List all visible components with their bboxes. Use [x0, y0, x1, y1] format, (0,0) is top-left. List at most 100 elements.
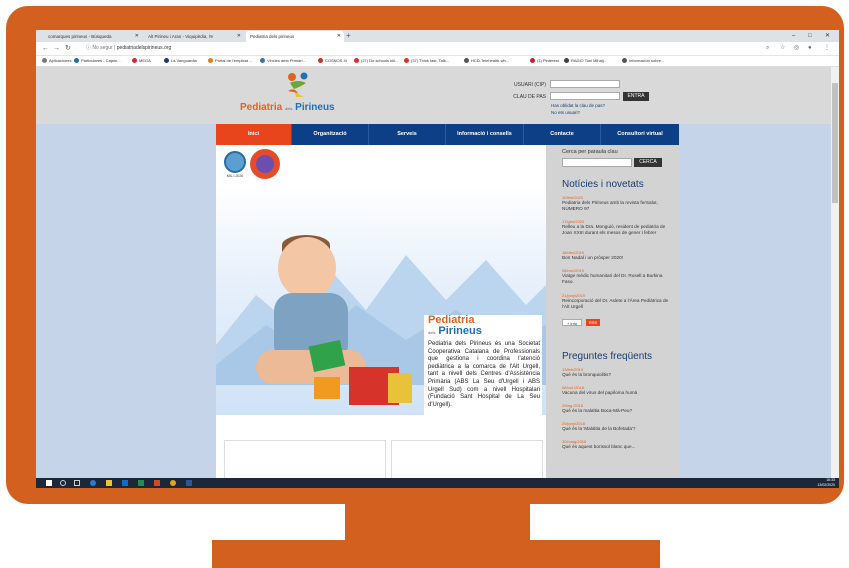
close-icon[interactable]: ✕ [135, 31, 139, 42]
nav-serveis[interactable]: Serveis [369, 124, 446, 145]
faq-title[interactable]: Què és la bronquiolitis? [562, 372, 672, 378]
close-window-icon[interactable]: ✕ [825, 30, 830, 42]
page-scrollbar[interactable] [831, 67, 839, 478]
nav-contacte[interactable]: Contacte [524, 124, 601, 145]
faq-title[interactable]: Què és la malaltia Boca-Mà-Peu? [562, 408, 672, 414]
powerpoint-icon[interactable] [154, 480, 160, 486]
main-content: MIL.I.2020 Pediatria dels Pirineus Pedia… [216, 145, 679, 478]
faq-title[interactable]: Què és aquest borissol blanc que... [562, 444, 672, 450]
rss-button[interactable]: RSS [586, 319, 600, 326]
bookmark-item[interactable]: COSNOS III [318, 56, 347, 66]
register-link[interactable]: No ets usuari? [551, 110, 580, 115]
news-title[interactable]: Viatge mèdic humanitari del Dr. Rosell a… [562, 273, 672, 285]
profile-icon[interactable]: ● [808, 42, 812, 55]
extension-icon[interactable]: ◎ [794, 42, 799, 55]
edge-icon[interactable] [90, 480, 96, 486]
bookmark-item[interactable]: HCD-Telehealth-wh... [464, 56, 509, 66]
star-icon[interactable]: ☆ [780, 42, 785, 55]
url-text: pediatriadelspirineus.org [116, 45, 172, 51]
bookmark-label: Particulares - Cajam... [81, 58, 121, 63]
bookmark-item[interactable]: MEGA [132, 56, 151, 66]
tab-viquipedia[interactable]: Alt Pirineu i Aran - Viquipèdia, l'e ✕ [144, 31, 244, 42]
monitor-stand-neck [345, 504, 530, 542]
url-field[interactable]: ⓘ No segur | pediatriadelspirineus.org [86, 43, 171, 53]
faq-item[interactable]: 13/feb/2019 Què és la bronquiolitis? [562, 367, 672, 378]
nav-informacio[interactable]: Informació i consells [446, 124, 524, 145]
chrome-icon[interactable] [170, 480, 176, 486]
bookmark-label: RADIO Toni Mihaij... [571, 58, 607, 63]
site-logo-text[interactable]: Pediatria dels Pirineus [240, 102, 335, 113]
user-input[interactable] [550, 80, 620, 88]
tab-search[interactable]: comarques pirineus - Búsqueda ✕ [44, 31, 142, 42]
word-icon[interactable] [186, 480, 192, 486]
badge-caption: MIL.I.2020 [226, 174, 244, 178]
bookmark-item[interactable]: La Vanguardia [164, 56, 197, 66]
new-tab-icon[interactable]: + [346, 30, 351, 42]
zoom-icon[interactable]: ⌕ [766, 42, 769, 55]
bookmark-icon [622, 58, 627, 64]
outlook-icon[interactable] [122, 480, 128, 486]
news-title[interactable]: Pediatria dels Pirineus amb la revista f… [562, 200, 672, 212]
bookmark-item[interactable]: Información sobre... [622, 56, 664, 66]
search-button[interactable]: CERCA [634, 158, 662, 167]
back-icon[interactable]: ← [42, 42, 49, 55]
faq-title[interactable]: Què és la 'Malaltia de la Bofetada'? [562, 426, 672, 432]
faq-item[interactable]: 08/oct./2018 Vacuna del virus del papilom… [562, 385, 672, 396]
news-item[interactable]: 21/juny/2019 Reincorporació del Dr. Aslet… [562, 293, 672, 310]
lower-panel-left [224, 440, 386, 478]
news-item[interactable]: 10/feb/2020 Pediatria dels Pirineus amb l… [562, 195, 672, 212]
bookmark-icon [318, 58, 323, 64]
news-title[interactable]: Relleu a la Dra. Monguió, resident de pe… [562, 224, 672, 236]
close-icon[interactable]: ✕ [237, 31, 241, 42]
nav-inici[interactable]: Inici [216, 124, 292, 145]
search-input[interactable] [562, 158, 632, 167]
password-label: CLAU DE PAS [513, 94, 546, 100]
bookmark-item[interactable]: (1) Pinterest [530, 56, 559, 66]
task-view-icon[interactable] [74, 480, 80, 486]
intro-title-pirineus-word: Pirineus [438, 325, 482, 337]
scroll-thumb[interactable] [832, 83, 838, 203]
bookmark-item[interactable]: (27) Do schools kill... [354, 56, 398, 66]
faq-title[interactable]: Vacuna del virus del papiloma humà [562, 390, 672, 396]
tab-pediatria[interactable]: Pediatria dels pirineus ✕ [246, 31, 344, 42]
nav-organitzacio[interactable]: Organització [292, 124, 369, 145]
news-item[interactable]: 18/des/2019 Bon Nadal i un pròsper 2020! [562, 250, 672, 261]
file-explorer-icon[interactable] [106, 480, 112, 486]
forward-icon[interactable]: → [53, 42, 60, 55]
monitor-frame: comarques pirineus - Búsqueda ✕ Alt Piri… [6, 6, 844, 504]
clock-date: 13/02/2020 [817, 483, 835, 487]
faq-item[interactable]: 30/maig/2018 Què és aquest borissol blanc… [562, 439, 672, 450]
bookmarks-bar: Aplicaciones Particulares - Cajam... MEGA L… [36, 56, 839, 67]
bookmark-item[interactable]: Portal de l'empleat ... [208, 56, 252, 66]
bookmark-label: Información sobre... [629, 58, 665, 63]
password-input[interactable] [550, 92, 620, 100]
close-icon[interactable]: ✕ [337, 31, 341, 42]
menu-icon[interactable]: ⋮ [824, 42, 830, 55]
bookmark-item[interactable]: Aplicaciones [42, 56, 71, 66]
bookmark-item[interactable]: Vincles amb Primàri... [260, 56, 306, 66]
maximize-icon[interactable]: □ [808, 30, 812, 42]
bookmark-item[interactable]: (37) Think fast, Talk... [404, 56, 449, 66]
faq-item[interactable]: 29/juny/2018 Què és la 'Malaltia de la Bo… [562, 421, 672, 432]
login-button[interactable]: ENTRA [623, 92, 649, 101]
news-title[interactable]: Reincorporació del Dr. Aslete a l'Àrea P… [562, 298, 672, 310]
bookmark-item[interactable]: Particulares - Cajam... [74, 56, 121, 66]
more-info-button[interactable]: + info [562, 319, 582, 326]
news-item[interactable]: 17/gen/2020 Relleu a la Dra. Monguió, res… [562, 219, 672, 236]
forgot-password-link[interactable]: Has oblidat la clau de pas? [551, 103, 605, 108]
certification-badge[interactable] [224, 151, 246, 173]
system-clock[interactable]: 16:33 13/02/2020 [817, 478, 835, 488]
minimize-icon[interactable]: – [792, 30, 795, 42]
excel-icon[interactable] [138, 480, 144, 486]
main-nav: Inici Organització Serveis Informació i … [216, 124, 679, 145]
nav-consultori[interactable]: Consultori virtual [601, 124, 679, 145]
windows-start-icon[interactable] [46, 480, 52, 486]
news-title[interactable]: Bon Nadal i un pròsper 2020! [562, 255, 672, 261]
bookmark-label: Aplicaciones [49, 58, 72, 63]
news-item[interactable]: 08/nov/2019 Viatge mèdic humanitari del D… [562, 268, 672, 285]
sidebar: Cerca per paraula clau CERCA Notícies i … [546, 145, 679, 478]
reload-icon[interactable]: ↻ [65, 42, 71, 55]
faq-item[interactable]: 29/ag./2018 Què és la malaltia Boca-Mà-Pe… [562, 403, 672, 414]
search-icon[interactable] [60, 480, 66, 486]
bookmark-item[interactable]: RADIO Toni Mihaij... [564, 56, 607, 66]
